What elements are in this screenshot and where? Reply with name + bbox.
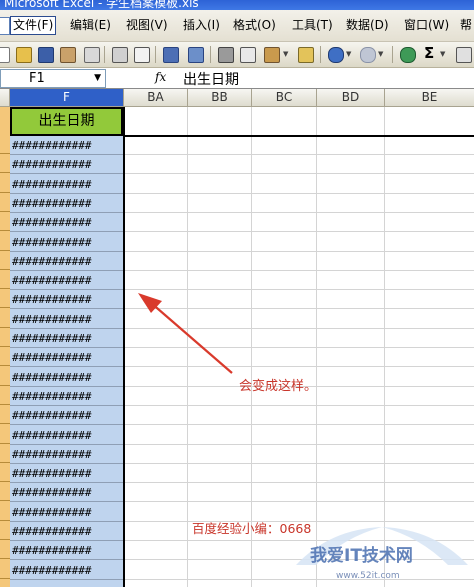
watermark-logo-title: 我爱IT技术网	[310, 545, 413, 566]
watermark-logo: 我爱IT技术网 www.52it.com	[296, 527, 468, 581]
annotation-text: 会变成这样。	[239, 379, 318, 394]
watermark-logo-url: www.52it.com	[336, 571, 400, 581]
annotation-arrow	[138, 293, 233, 374]
